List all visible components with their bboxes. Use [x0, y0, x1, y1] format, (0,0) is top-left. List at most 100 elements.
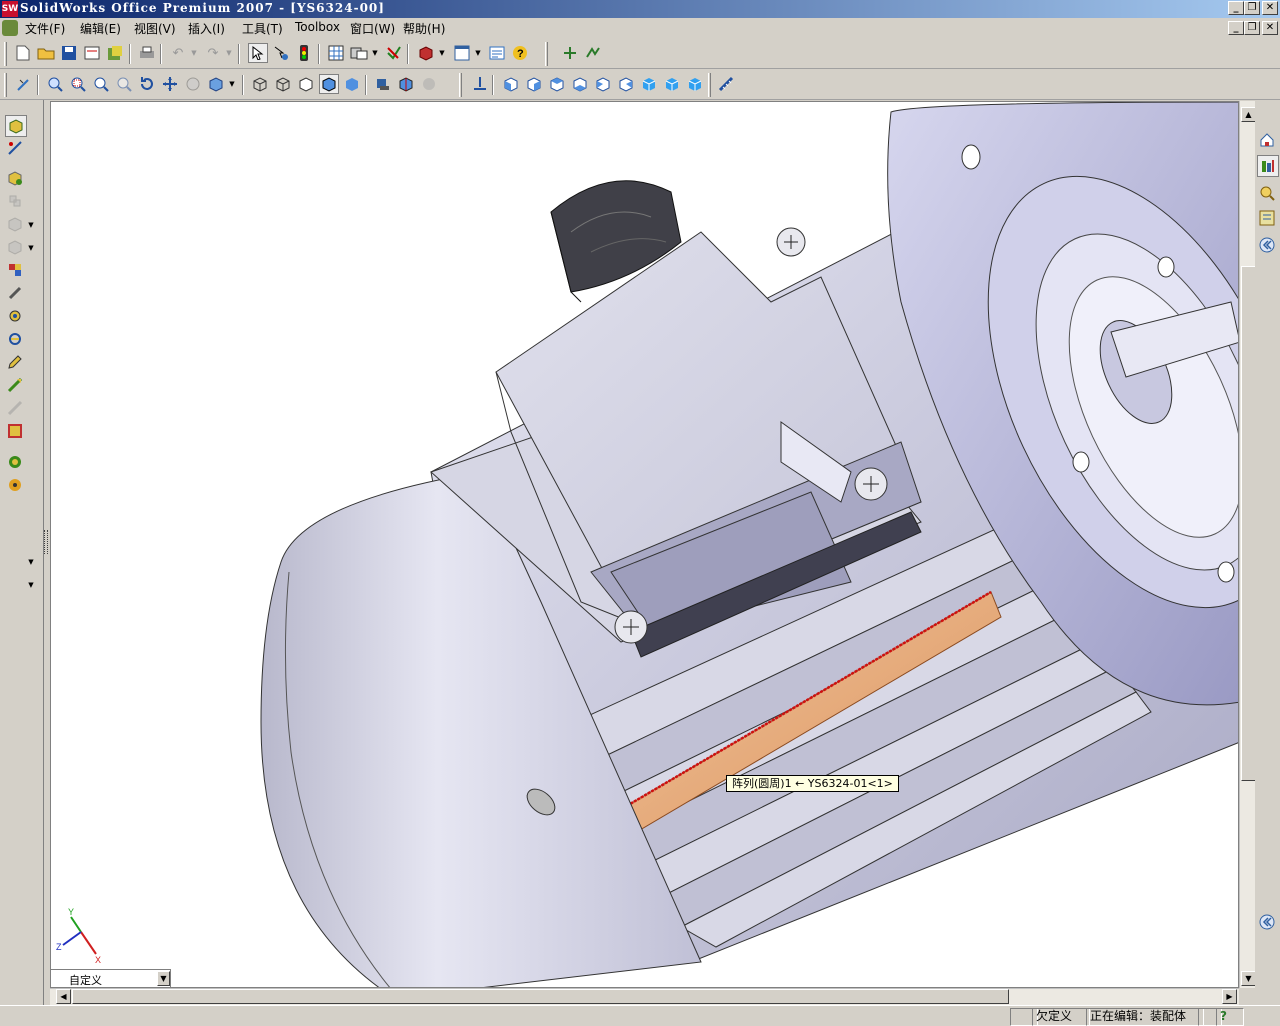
doc-minimize-button[interactable]: _: [1228, 21, 1244, 35]
roll-view-icon[interactable]: [183, 74, 203, 94]
pane-splitter[interactable]: [44, 530, 48, 554]
shaded-icon[interactable]: [342, 74, 362, 94]
normal-to-icon[interactable]: [470, 74, 490, 94]
file-explorer-icon[interactable]: [1257, 183, 1277, 203]
vertical-scroll-thumb[interactable]: [1241, 266, 1256, 781]
right-view-icon[interactable]: [570, 74, 590, 94]
zoom-to-fit-icon[interactable]: [45, 74, 65, 94]
rotate-component-icon[interactable]: [5, 237, 25, 257]
toolbar-grip[interactable]: [4, 42, 7, 66]
toolbar-grip[interactable]: [708, 73, 711, 97]
menu-toolbox[interactable]: Toolbox: [295, 20, 340, 34]
vertical-scrollbar[interactable]: ▲ ▼: [1239, 101, 1256, 988]
exploded-line-icon[interactable]: [5, 283, 25, 303]
scroll-right-button[interactable]: ▶: [1222, 989, 1237, 1004]
photoworks-dropdown[interactable]: ▼: [27, 575, 35, 595]
toolbar-grip[interactable]: [4, 73, 7, 97]
make-drawing-icon[interactable]: [105, 43, 125, 63]
zoom-area-icon[interactable]: [68, 74, 88, 94]
photoworks-icon[interactable]: [5, 475, 25, 495]
doc-close-button[interactable]: ✕: [1262, 21, 1278, 35]
menu-window[interactable]: 窗口(W): [350, 20, 395, 37]
shaded-with-edges-icon[interactable]: [319, 74, 339, 94]
doc-restore-button[interactable]: ❐: [1244, 21, 1260, 35]
mate-icon[interactable]: [5, 191, 25, 211]
options-icon[interactable]: [349, 43, 369, 63]
smart-fastener-icon[interactable]: [5, 375, 25, 395]
restore-button[interactable]: ❐: [1244, 1, 1260, 15]
document-icon[interactable]: [2, 20, 18, 36]
toolbar-grip[interactable]: [459, 73, 462, 97]
view-combo-arrow[interactable]: ▼: [157, 971, 170, 986]
window-icon[interactable]: [452, 43, 472, 63]
status-help-icon[interactable]: ?: [1216, 1008, 1244, 1026]
minimize-button[interactable]: _: [1228, 1, 1244, 15]
select-icon[interactable]: [248, 43, 268, 63]
pan-icon[interactable]: [160, 74, 180, 94]
home-icon[interactable]: [1257, 130, 1277, 150]
graphics-viewport[interactable]: Y X Z: [50, 101, 1239, 988]
motor-model[interactable]: Y X Z: [51, 102, 1239, 988]
simulation-dropdown[interactable]: ▼: [27, 552, 35, 572]
view-orientation-combo[interactable]: 自定义 ▼: [50, 969, 171, 988]
undo-icon[interactable]: ↶: [168, 43, 188, 63]
isometric-view-icon[interactable]: [639, 74, 659, 94]
trimetric-view-icon[interactable]: [662, 74, 682, 94]
close-button[interactable]: ✕: [1262, 1, 1278, 15]
dimetric-view-icon[interactable]: [685, 74, 705, 94]
shadows-icon[interactable]: [373, 74, 393, 94]
left-view-icon[interactable]: [547, 74, 567, 94]
zoom-selection-icon[interactable]: [114, 74, 134, 94]
menu-edit[interactable]: 编辑(E): [80, 20, 121, 37]
hidden-lines-removed-icon[interactable]: [296, 74, 316, 94]
hidden-lines-visible-icon[interactable]: [273, 74, 293, 94]
sketch-icon[interactable]: [14, 74, 34, 94]
scroll-left-button[interactable]: ◀: [56, 989, 71, 1004]
new-document-icon[interactable]: [13, 43, 33, 63]
bottom-view-icon[interactable]: [616, 74, 636, 94]
window-dropdown[interactable]: ▼: [474, 43, 482, 63]
menu-insert[interactable]: 插入(I): [188, 20, 225, 37]
design-library-icon[interactable]: [1257, 155, 1279, 177]
grid-icon[interactable]: [326, 43, 346, 63]
menu-help[interactable]: 帮助(H): [403, 20, 445, 37]
expand-icon[interactable]: [1257, 912, 1277, 932]
explode-icon[interactable]: [5, 260, 25, 280]
simulation-icon[interactable]: [5, 452, 25, 472]
measure-icon[interactable]: [716, 74, 736, 94]
sketch-dim-icon[interactable]: [5, 138, 25, 158]
help-icon[interactable]: ?: [510, 43, 530, 63]
edit-component-icon[interactable]: [5, 352, 25, 372]
traffic-light-icon[interactable]: [294, 43, 314, 63]
menu-view[interactable]: 视图(V): [134, 20, 176, 37]
rotate-icon[interactable]: [137, 74, 157, 94]
smart-dimension-icon[interactable]: [271, 43, 291, 63]
interference-icon[interactable]: [5, 306, 25, 326]
horizontal-scroll-thumb[interactable]: [72, 989, 1009, 1004]
properties-icon[interactable]: [487, 43, 507, 63]
assembly-dropdown[interactable]: ▼: [27, 215, 35, 235]
toolbar-grip[interactable]: [545, 42, 548, 66]
move-component-icon[interactable]: [5, 214, 25, 234]
print-preview-icon[interactable]: [82, 43, 102, 63]
options-dropdown[interactable]: ▼: [371, 43, 379, 63]
view-orientation-dropdown[interactable]: ▼: [228, 74, 236, 94]
print-icon[interactable]: [137, 43, 157, 63]
open-folder-icon[interactable]: [36, 43, 56, 63]
assembly-features-icon[interactable]: [5, 421, 25, 441]
app-icon[interactable]: SW: [2, 1, 18, 17]
macro-icon[interactable]: [560, 43, 580, 63]
zoom-in-out-icon[interactable]: [91, 74, 111, 94]
scroll-up-button[interactable]: ▲: [1241, 107, 1256, 122]
view-palette-icon[interactable]: [1257, 208, 1277, 228]
horizontal-scrollbar[interactable]: ◀ ▶: [50, 988, 1239, 1005]
realview-icon[interactable]: [419, 74, 439, 94]
undo-dropdown[interactable]: ▼: [190, 43, 198, 63]
insert-component-icon[interactable]: [5, 168, 25, 188]
front-view-icon[interactable]: [501, 74, 521, 94]
collapse-icon[interactable]: [1257, 235, 1277, 255]
view-orientation-icon[interactable]: [206, 74, 226, 94]
macro-record-icon[interactable]: [583, 43, 603, 63]
hide-show-icon[interactable]: [5, 329, 25, 349]
menu-file[interactable]: 文件(F): [25, 20, 65, 37]
